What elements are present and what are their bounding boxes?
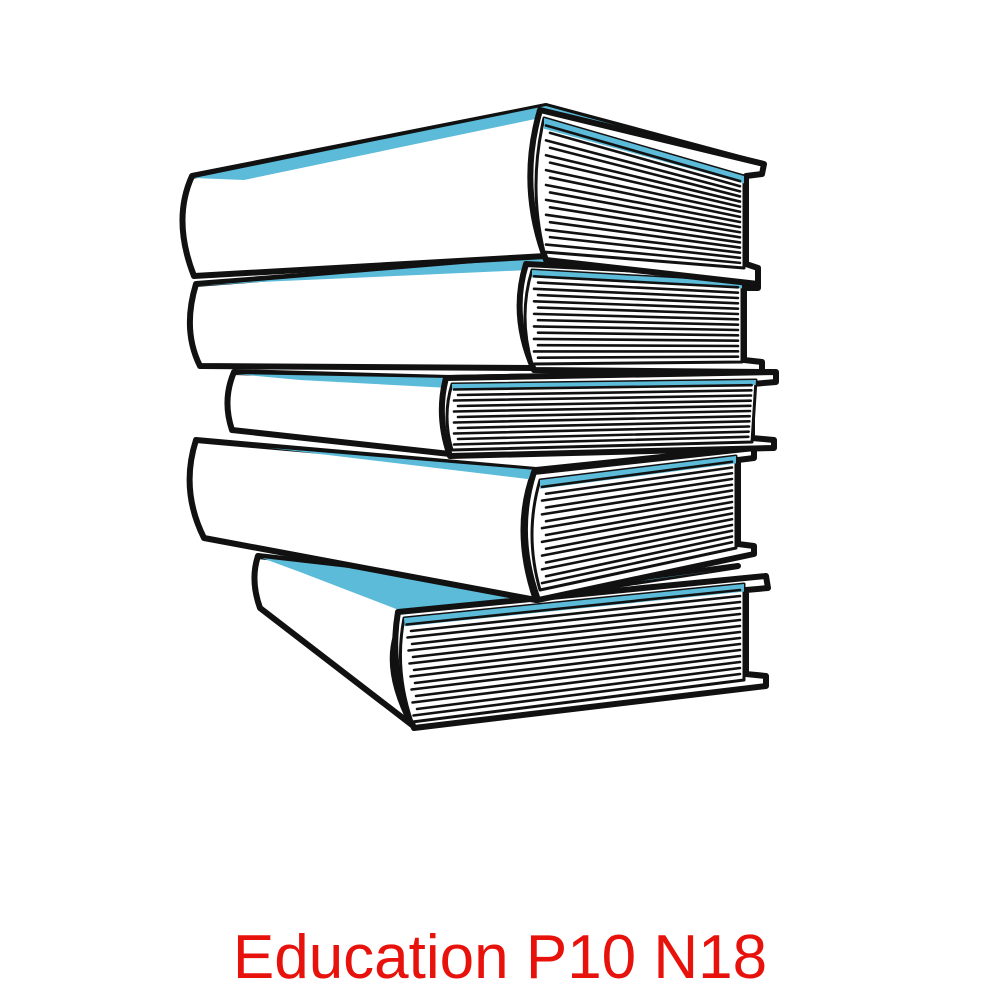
book-stack-illustration — [179, 103, 779, 731]
caption-text: Education P10 N18 — [232, 923, 768, 992]
book-1-icon — [179, 103, 767, 287]
book-3-icon — [224, 369, 779, 459]
